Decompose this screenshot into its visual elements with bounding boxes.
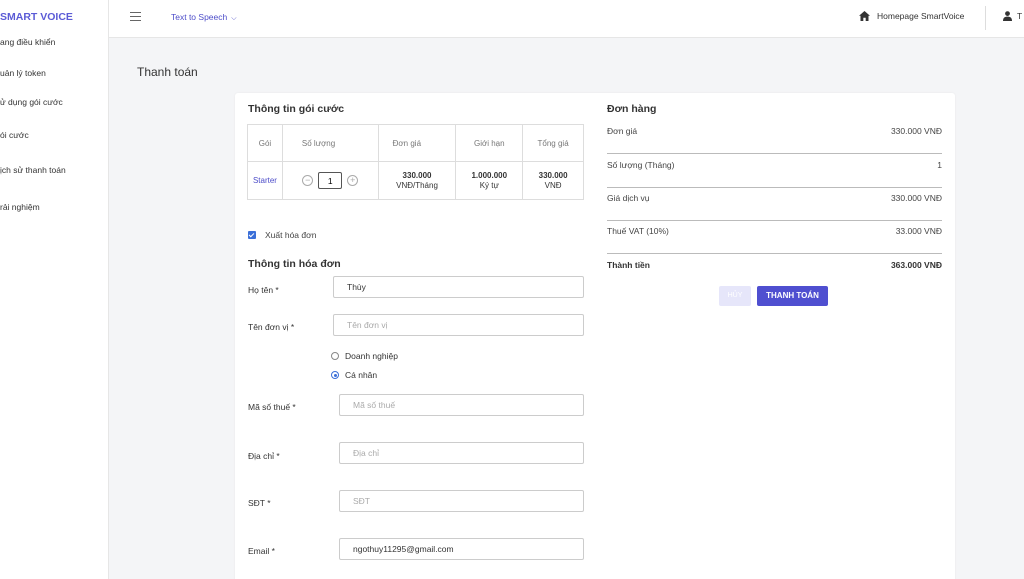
topbar-divider — [985, 6, 986, 30]
brand-logo[interactable]: SMART VOICE — [0, 11, 73, 23]
radio-individual-label: Cá nhân — [345, 370, 378, 380]
order-row-label: Thuế VAT (10%) — [607, 226, 669, 236]
column-header-quantity: Số lượng — [281, 124, 379, 162]
package-info-title: Thông tin gói cước — [248, 103, 345, 115]
name-label: Họ tên * — [248, 285, 279, 295]
invoice-checkbox-label: Xuất hóa đơn — [265, 230, 317, 240]
order-row-label: Đơn giá — [607, 126, 638, 136]
quantity-input[interactable] — [318, 172, 343, 189]
address-label: Địa chỉ * — [248, 451, 280, 461]
sidebar-item-usage[interactable]: ử dụng gói cước — [0, 97, 63, 107]
limit-value: 1.000.000 — [471, 171, 508, 180]
package-table: Gói Số lượng Đơn giá Giới hạn Tổng giá S… — [247, 124, 584, 200]
limit-cell: 1.000.000 Ký tự — [455, 161, 524, 200]
name-input[interactable] — [333, 276, 584, 298]
order-row-quantity: Số lượng (Tháng) 1 — [607, 154, 942, 188]
sidebar-item-payment-history[interactable]: ịch sử thanh toán — [0, 165, 66, 175]
user-name: T — [1017, 11, 1023, 21]
text-to-speech-menu[interactable]: Text to Speech ⌵ — [171, 12, 237, 23]
order-row-label: Giá dịch vụ — [607, 193, 650, 203]
unit-price-cell: 330.000 VNĐ/Tháng — [377, 161, 457, 200]
column-header-limit: Giới hạn — [455, 124, 524, 162]
limit-unit: Ký tự — [479, 181, 499, 190]
user-menu[interactable]: T — [1003, 11, 1022, 21]
tax-input[interactable] — [339, 394, 584, 416]
address-input[interactable] — [339, 442, 584, 464]
sidebar-item-dashboard[interactable]: ang điều khiển — [0, 37, 55, 47]
table-row: Starter − + 330.000 VNĐ/Tháng 1.000.000 … — [247, 161, 584, 200]
unit-price-value: 330.000 — [402, 171, 432, 180]
unit-price-unit: VNĐ/Tháng — [396, 181, 438, 190]
radio-individual-circle[interactable] — [331, 371, 339, 379]
invoice-checkbox[interactable] — [248, 231, 256, 239]
hamburger-menu-icon[interactable] — [130, 12, 141, 22]
chevron-down-icon: ⌵ — [231, 15, 237, 22]
total-cell: 330.000 VNĐ — [522, 161, 584, 200]
order-row-service-price: Giá dịch vụ 330.000 VNĐ — [607, 187, 942, 221]
homepage-link[interactable]: Homepage SmartVoice — [859, 11, 964, 21]
radio-business-label: Doanh nghiệp — [345, 351, 398, 361]
order-row-value: 330.000 VNĐ — [890, 193, 942, 203]
radio-individual[interactable]: Cá nhân — [331, 370, 377, 380]
org-input[interactable] — [333, 314, 584, 336]
sidebar-item-token[interactable]: uản lý token — [0, 68, 46, 78]
package-name[interactable]: Starter — [247, 161, 283, 200]
pay-button[interactable]: THANH TOÁN — [757, 286, 828, 306]
invoice-info-title: Thông tin hóa đơn — [248, 258, 341, 270]
order-row-value: 33.000 VNĐ — [895, 226, 942, 236]
phone-input[interactable] — [339, 490, 584, 512]
top-bar: Text to Speech ⌵ Homepage SmartVoice T — [109, 0, 1024, 38]
minus-icon[interactable]: − — [302, 175, 314, 186]
sidebar-item-packages[interactable]: ói cước — [0, 130, 29, 140]
order-row-value: 330.000 VNĐ — [890, 126, 942, 136]
invoice-checkbox-row[interactable]: Xuất hóa đơn — [248, 230, 316, 240]
order-row-vat: Thuế VAT (10%) 33.000 VNĐ — [607, 220, 942, 254]
payment-card: Thông tin gói cước Gói Số lượng Đơn giá … — [235, 93, 955, 579]
column-header-package: Gói — [247, 124, 283, 162]
quantity-cell: − + — [281, 161, 379, 200]
sidebar-item-trial[interactable]: rải nghiệm — [0, 202, 40, 212]
cancel-button[interactable]: HỦY — [719, 286, 751, 306]
quantity-stepper: − + — [302, 172, 359, 189]
sidebar: SMART VOICE ang điều khiển uản lý token … — [0, 0, 109, 579]
org-label: Tên đơn vị * — [248, 322, 295, 332]
total-unit: VNĐ — [544, 181, 562, 190]
order-title: Đơn hàng — [607, 103, 657, 115]
tax-label: Mã số thuế * — [248, 402, 296, 412]
column-header-total: Tổng giá — [522, 124, 584, 162]
phone-label: SĐT * — [248, 498, 271, 508]
page-title: Thanh toán — [137, 65, 198, 79]
order-row-label: Số lượng (Tháng) — [607, 160, 675, 170]
email-label: Email * — [248, 546, 275, 556]
radio-business[interactable]: Doanh nghiệp — [331, 351, 398, 361]
homepage-label: Homepage SmartVoice — [877, 11, 965, 21]
home-icon — [859, 11, 870, 21]
order-total-label: Thành tiền — [607, 260, 650, 270]
radio-business-circle[interactable] — [331, 352, 339, 360]
order-total-value: 363.000 VNĐ — [890, 260, 942, 270]
email-input[interactable] — [339, 538, 584, 560]
user-icon — [1003, 11, 1012, 21]
text-to-speech-label: Text to Speech — [171, 12, 228, 22]
table-header-row: Gói Số lượng Đơn giá Giới hạn Tổng giá — [247, 124, 584, 162]
order-row-value: 1 — [937, 160, 942, 170]
total-value: 330.000 — [538, 171, 568, 180]
plus-icon[interactable]: + — [347, 175, 359, 186]
order-row-unit-price: Đơn giá 330.000 VNĐ — [607, 120, 942, 154]
column-header-unit-price: Đơn giá — [377, 124, 457, 162]
